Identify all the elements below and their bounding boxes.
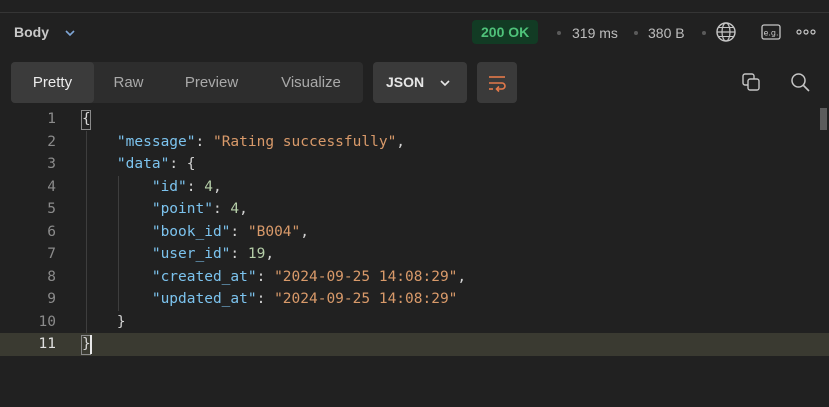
code-line[interactable]: 7 "user_id": 19, <box>0 243 829 266</box>
code-line[interactable]: 2 "message": "Rating successfully", <box>0 131 829 154</box>
line-number: 11 <box>38 336 56 352</box>
response-toolbar: Pretty Raw Preview Visualize JSON <box>0 62 829 104</box>
tab-preview[interactable]: Preview <box>163 62 260 103</box>
response-time[interactable]: 319 ms <box>572 25 618 41</box>
line-number: 7 <box>47 246 56 262</box>
view-mode-tabs: Pretty Raw Preview Visualize <box>11 62 363 103</box>
line-number: 1 <box>47 111 56 127</box>
globe-icon[interactable] <box>715 21 737 43</box>
code-text: "data": { <box>116 156 196 172</box>
code-line[interactable]: 4 "id": 4, <box>0 176 829 199</box>
chevron-down-icon[interactable] <box>63 26 77 40</box>
separator-dot <box>557 31 561 35</box>
code-line[interactable]: 10 } <box>0 311 829 334</box>
chevron-down-icon <box>440 80 450 87</box>
line-number: 5 <box>47 201 56 217</box>
line-number: 10 <box>38 313 56 330</box>
status-badge[interactable]: 200 OK <box>472 20 539 44</box>
copy-icon[interactable] <box>740 71 762 93</box>
code-line[interactable]: 8 "created_at": "2024-09-25 14:08:29", <box>0 266 829 289</box>
line-number: 6 <box>47 223 56 240</box>
code-text: } <box>82 313 126 330</box>
text-cursor <box>90 335 92 354</box>
line-number: 3 <box>47 156 56 172</box>
response-size[interactable]: 380 B <box>648 25 685 41</box>
bracket-match-highlight <box>81 110 91 130</box>
code-text: "created_at": "2024-09-25 14:08:29", <box>151 268 467 285</box>
code-text: "book_id": "B004", <box>151 223 310 240</box>
tab-raw[interactable]: Raw <box>99 62 158 103</box>
line-number: 2 <box>47 133 56 150</box>
svg-text:e.g.: e.g. <box>763 29 778 38</box>
code-text: "message": "Rating successfully", <box>116 133 406 150</box>
wrap-lines-icon <box>489 76 506 93</box>
more-icon[interactable] <box>795 21 817 43</box>
format-label: JSON <box>386 74 425 90</box>
line-number: 8 <box>47 268 56 285</box>
json-editor[interactable]: 1{2 "message": "Rating successfully", 3 "… <box>0 108 829 407</box>
code-line[interactable]: 9 "updated_at": "2024-09-25 14:08:29" <box>0 288 829 311</box>
response-header: Body 200 OK 319 ms 380 B e.g. <box>0 13 829 55</box>
format-select[interactable]: JSON <box>373 62 467 103</box>
indent-guide <box>86 130 87 333</box>
example-icon[interactable]: e.g. <box>760 21 782 43</box>
tab-visualize[interactable]: Visualize <box>265 62 357 103</box>
tab-pretty[interactable]: Pretty <box>11 62 94 103</box>
code-text: "id": 4, <box>151 178 222 195</box>
line-number: 9 <box>47 291 56 307</box>
code-line[interactable]: 11} <box>0 333 829 356</box>
code-line[interactable]: 6 "book_id": "B004", <box>0 221 829 244</box>
code-line[interactable]: 3 "data": { <box>0 153 829 176</box>
separator-dot <box>702 31 706 35</box>
body-tab[interactable]: Body <box>14 24 49 40</box>
code-text: "point": 4, <box>151 201 248 217</box>
code-text: "updated_at": "2024-09-25 14:08:29" <box>151 291 458 307</box>
code-text: "user_id": 19, <box>151 246 275 262</box>
search-icon[interactable] <box>789 71 811 93</box>
line-number: 4 <box>47 178 56 195</box>
indent-guide <box>118 175 119 311</box>
separator-dot <box>634 31 638 35</box>
code-line[interactable]: 5 "point": 4, <box>0 198 829 221</box>
code-line[interactable]: 1{ <box>0 108 829 131</box>
wrap-lines-button[interactable] <box>477 62 517 103</box>
